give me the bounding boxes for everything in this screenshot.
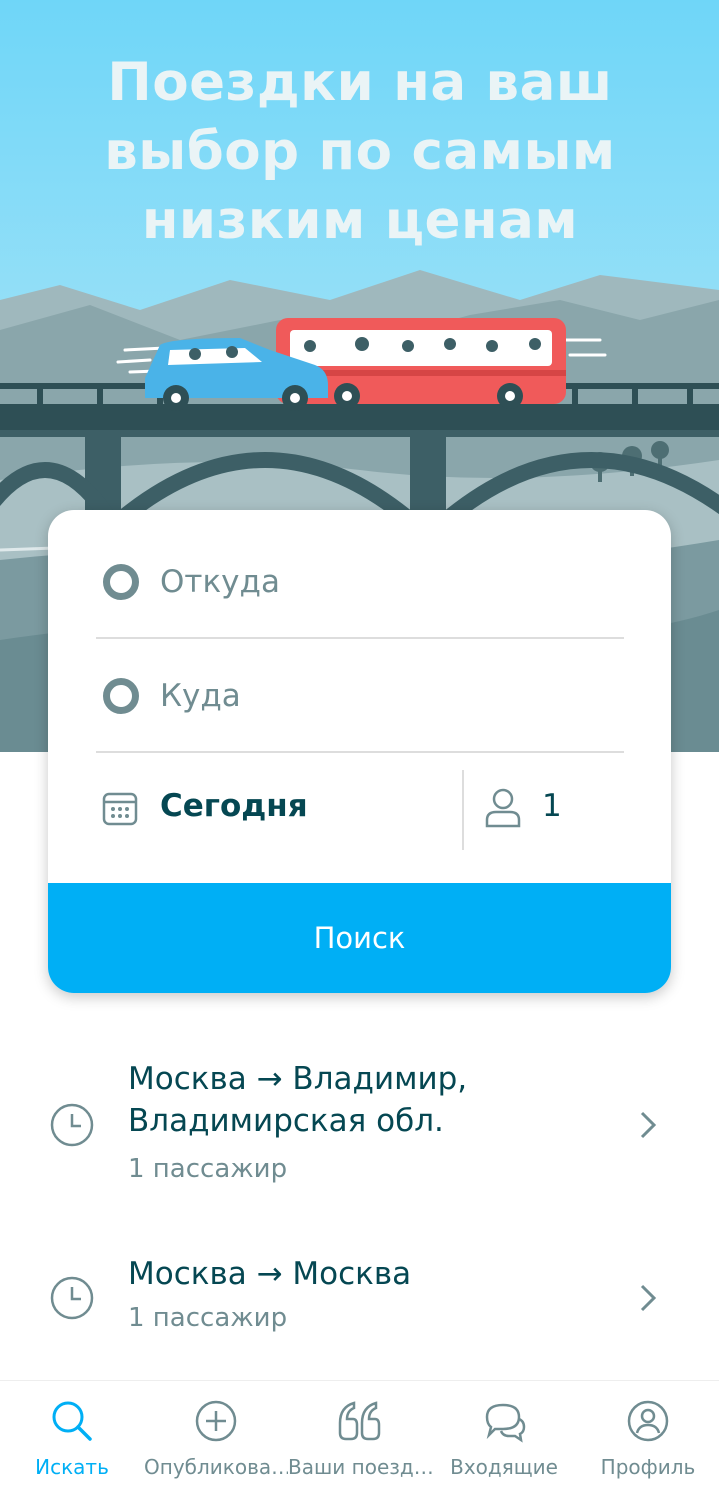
tab-label: Опубликова… (144, 1455, 288, 1479)
passenger-info: 1 пассажир (128, 1303, 288, 1333)
route-title: Москва → Москва (128, 1256, 412, 1292)
hero-title-line: низким ценам (141, 190, 579, 251)
tab-search[interactable]: Искать (0, 1381, 144, 1493)
passenger-info: 1 пассажир (128, 1154, 288, 1184)
from-field[interactable]: Откуда (48, 526, 671, 638)
chat-icon (485, 1403, 526, 1443)
route-title: Москва → Владимир, (128, 1061, 468, 1097)
passenger-count: 1 (542, 788, 562, 824)
recent-search-item[interactable]: Москва → Москва 1 пассажир (0, 1245, 719, 1355)
divider (96, 637, 624, 639)
tab-publish[interactable]: Опубликова… (144, 1381, 288, 1493)
tab-label: Профиль (600, 1455, 696, 1479)
recent-search-item[interactable]: Москва → Владимир, Владимирская обл. 1 п… (0, 1050, 719, 1200)
from-field-label: Откуда (160, 564, 280, 600)
plus-circle-icon (195, 1400, 237, 1442)
to-field-label: Куда (160, 678, 241, 714)
tab-profile[interactable]: Профиль (576, 1381, 719, 1493)
clock-icon (50, 1276, 94, 1320)
search-icon (52, 1401, 92, 1441)
tab-your-rides[interactable]: Ваши поезд… (288, 1381, 432, 1493)
date-label: Сегодня (160, 788, 308, 824)
tab-label: Искать (35, 1455, 109, 1479)
calendar-icon (102, 792, 138, 826)
chevron-right-icon (640, 1111, 657, 1139)
chevron-right-icon (640, 1284, 657, 1312)
quote-icon (338, 1401, 381, 1441)
hero-title-line: Поездки на ваш (107, 52, 613, 113)
search-button[interactable]: Поиск (48, 883, 671, 993)
person-icon (485, 788, 521, 828)
date-picker[interactable]: Сегодня (48, 754, 460, 866)
clock-icon (50, 1103, 94, 1147)
divider (96, 751, 624, 753)
tab-inbox[interactable]: Входящие (432, 1381, 576, 1493)
bottom-tab-bar: Искать Опубликова… Ваши поезд… Входящие … (0, 1380, 719, 1493)
to-field[interactable]: Куда (48, 640, 671, 752)
tab-label: Входящие (450, 1455, 558, 1479)
tab-label: Ваши поезд… (288, 1455, 432, 1479)
route-title-line2: Владимирская обл. (128, 1103, 444, 1139)
origin-circle-icon (103, 564, 139, 600)
passenger-picker[interactable]: 1 (464, 754, 671, 866)
destination-circle-icon (103, 678, 139, 714)
profile-icon (627, 1400, 669, 1442)
hero-title: Поездки на ваш выбор по самым низким цен… (60, 48, 660, 255)
search-card: Откуда Куда Сегодня 1 Поиск (48, 510, 671, 993)
hero-title-line: выбор по самым (104, 121, 616, 182)
